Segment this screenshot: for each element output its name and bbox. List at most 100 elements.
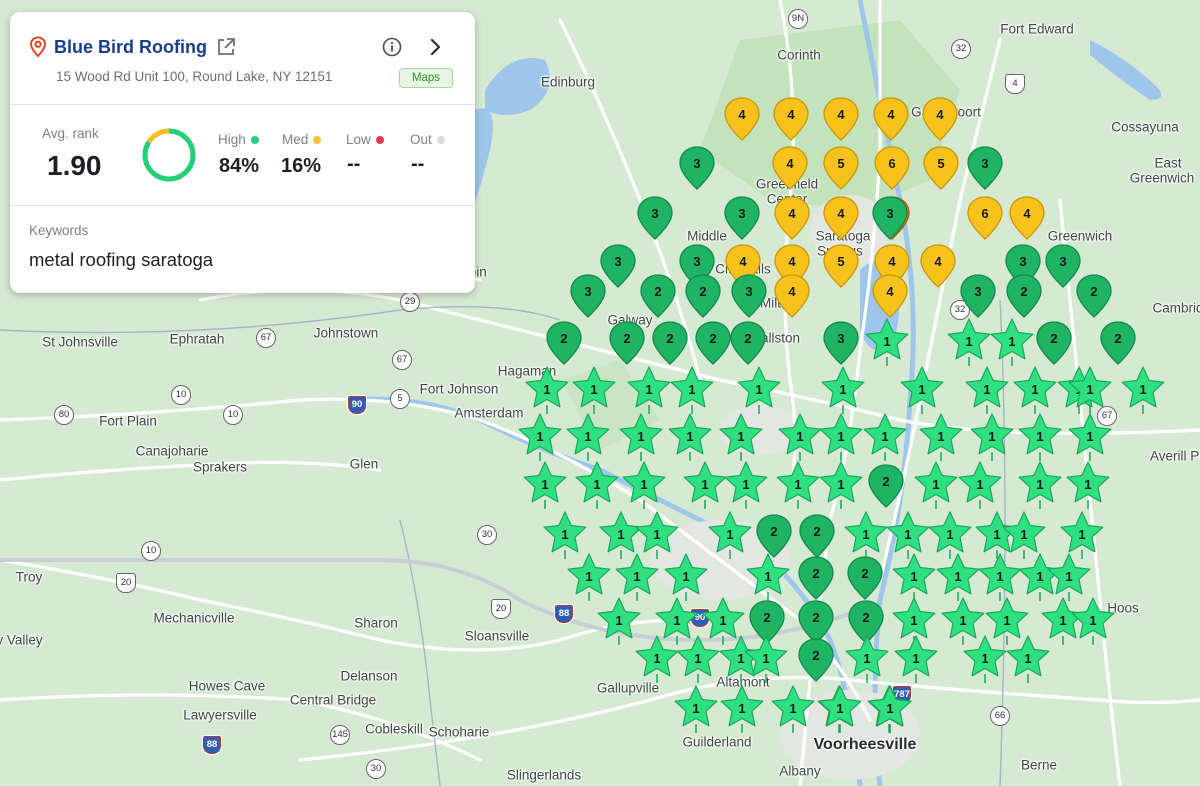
- rank-star-marker[interactable]: 1: [862, 413, 908, 466]
- rank-pin-marker[interactable]: 2: [541, 319, 587, 371]
- rank-star-marker[interactable]: 1: [969, 413, 1015, 466]
- place-label: Fort Johnson: [419, 381, 499, 397]
- rank-star-marker[interactable]: 1: [946, 318, 992, 371]
- rank-pin-marker[interactable]: 6: [962, 194, 1008, 246]
- rank-pin-marker[interactable]: 3: [867, 194, 913, 246]
- rank-star-marker[interactable]: 1: [867, 685, 913, 738]
- rank-pin-marker[interactable]: 4: [769, 194, 815, 246]
- rank-pin-marker[interactable]: 4: [917, 95, 963, 147]
- rank-star-marker[interactable]: 1: [864, 318, 910, 371]
- rank-star-marker[interactable]: 1: [743, 635, 789, 688]
- rank-value: 1: [640, 477, 648, 492]
- rank-value: 3: [738, 206, 746, 221]
- rank-value: 4: [1023, 206, 1031, 221]
- rank-pin-marker[interactable]: 3: [962, 144, 1008, 196]
- keyword-value[interactable]: metal roofing saratoga: [29, 249, 213, 271]
- rank-star-marker[interactable]: 1: [1012, 366, 1058, 419]
- rank-pin-marker[interactable]: 2: [725, 319, 771, 371]
- rank-star-marker[interactable]: 1: [517, 413, 563, 466]
- rank-star-marker[interactable]: 1: [820, 366, 866, 419]
- rank-pin-marker[interactable]: 2: [1001, 272, 1047, 324]
- rank-star-marker[interactable]: 1: [817, 685, 863, 738]
- rank-pin-marker[interactable]: 2: [1095, 319, 1141, 371]
- rank-pin-marker[interactable]: 2: [1071, 272, 1117, 324]
- rank-star-marker[interactable]: 1: [962, 635, 1008, 688]
- rank-pin-marker[interactable]: 2: [793, 636, 839, 688]
- rank-star-marker[interactable]: 1: [770, 685, 816, 738]
- rank-star-marker[interactable]: 1: [818, 413, 864, 466]
- rank-star-marker[interactable]: 1: [964, 366, 1010, 419]
- rank-star-marker[interactable]: 1: [667, 413, 713, 466]
- info-icon[interactable]: [382, 37, 402, 57]
- rank-star-marker[interactable]: 1: [1067, 366, 1113, 419]
- rank-star-marker[interactable]: 1: [574, 461, 620, 514]
- rank-pin-marker[interactable]: 2: [680, 272, 726, 324]
- rank-star-marker[interactable]: 1: [673, 685, 719, 738]
- rank-pin-marker[interactable]: 5: [818, 144, 864, 196]
- rank-star-marker[interactable]: 1: [565, 413, 611, 466]
- rank-pin-marker[interactable]: 4: [818, 194, 864, 246]
- rank-star-marker[interactable]: 1: [1017, 461, 1063, 514]
- rank-pin-marker[interactable]: 3: [818, 319, 864, 371]
- rank-pin-marker[interactable]: 6: [869, 144, 915, 196]
- rank-star-marker[interactable]: 1: [1005, 635, 1051, 688]
- rank-pin-marker[interactable]: 3: [955, 272, 1001, 324]
- rank-star-marker[interactable]: 1: [777, 413, 823, 466]
- rank-pin-marker[interactable]: 2: [647, 319, 693, 371]
- rank-star-marker[interactable]: 1: [669, 366, 715, 419]
- rank-pin-marker[interactable]: 3: [726, 272, 772, 324]
- rank-star-marker[interactable]: 1: [918, 413, 964, 466]
- rank-pin-marker[interactable]: 3: [719, 194, 765, 246]
- rank-star-marker[interactable]: 1: [1017, 413, 1063, 466]
- rank-pin-marker[interactable]: 2: [635, 272, 681, 324]
- rank-pin-marker[interactable]: 4: [769, 272, 815, 324]
- rank-star-marker[interactable]: 1: [634, 635, 680, 688]
- external-link-icon[interactable]: [216, 37, 236, 57]
- business-name-link[interactable]: Blue Bird Roofing: [54, 37, 207, 58]
- rank-pin-marker[interactable]: 3: [565, 272, 611, 324]
- rank-pin-marker[interactable]: 4: [867, 272, 913, 324]
- rank-pin-marker[interactable]: 4: [818, 95, 864, 147]
- rank-pin-marker[interactable]: 3: [632, 194, 678, 246]
- rank-value: 1: [1003, 613, 1011, 628]
- rank-star-marker[interactable]: 1: [1067, 413, 1113, 466]
- rank-pin-marker[interactable]: 4: [1004, 194, 1050, 246]
- rank-pin-marker[interactable]: 4: [868, 95, 914, 147]
- rank-value: 1: [796, 429, 804, 444]
- rank-star-marker[interactable]: 1: [1065, 461, 1111, 514]
- rank-pin-marker[interactable]: 4: [719, 95, 765, 147]
- rank-value: 2: [813, 524, 821, 539]
- rank-pin-marker[interactable]: 2: [863, 462, 909, 514]
- rank-pin-marker[interactable]: 5: [918, 144, 964, 196]
- rank-star-marker[interactable]: 1: [618, 413, 664, 466]
- chevron-right-icon[interactable]: [426, 37, 444, 57]
- rank-star-marker[interactable]: 1: [718, 413, 764, 466]
- rank-star-marker[interactable]: 1: [899, 366, 945, 419]
- rank-star-marker[interactable]: 1: [682, 461, 728, 514]
- rank-star-marker[interactable]: 1: [621, 461, 667, 514]
- rank-star-marker[interactable]: 1: [522, 461, 568, 514]
- maps-badge[interactable]: Maps: [399, 68, 453, 88]
- rank-star-marker[interactable]: 1: [1120, 366, 1166, 419]
- rank-star-marker[interactable]: 1: [524, 366, 570, 419]
- rank-star-marker[interactable]: 1: [913, 461, 959, 514]
- rank-star-marker[interactable]: 1: [723, 461, 769, 514]
- rank-pin-marker[interactable]: 5: [818, 242, 864, 294]
- rank-star-marker[interactable]: 1: [571, 366, 617, 419]
- rank-star-marker[interactable]: 1: [844, 635, 890, 688]
- rank-star-marker[interactable]: 1: [736, 366, 782, 419]
- rank-pin-marker[interactable]: 2: [604, 319, 650, 371]
- rank-star-marker[interactable]: 1: [957, 461, 1003, 514]
- rank-pin-marker[interactable]: 4: [768, 95, 814, 147]
- rank-star-marker[interactable]: 1: [1070, 597, 1116, 650]
- rank-pin-marker[interactable]: 3: [674, 144, 720, 196]
- rank-pin-marker[interactable]: 4: [767, 144, 813, 196]
- rank-pin-marker[interactable]: 2: [1031, 319, 1077, 371]
- rank-star-marker[interactable]: 1: [893, 635, 939, 688]
- rank-star-marker[interactable]: 1: [775, 461, 821, 514]
- rank-star-marker[interactable]: 1: [626, 366, 672, 419]
- rank-star-marker[interactable]: 1: [818, 461, 864, 514]
- rank-star-marker[interactable]: 1: [675, 635, 721, 688]
- rank-star-marker[interactable]: 1: [989, 318, 1035, 371]
- rank-star-marker[interactable]: 1: [719, 685, 765, 738]
